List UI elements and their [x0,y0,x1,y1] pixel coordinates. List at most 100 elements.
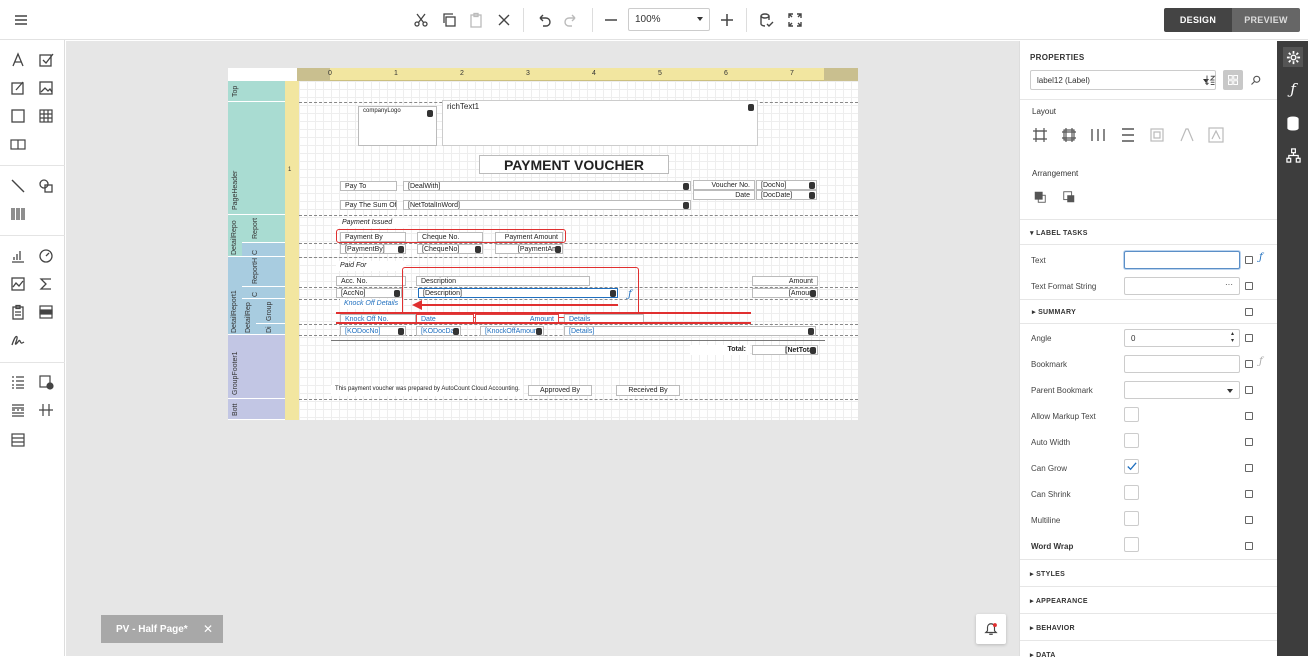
ko-doc-date-field[interactable]: [KODocDa [416,326,461,336]
fit-parent-icon[interactable] [1060,126,1078,144]
property-marker-icon[interactable] [1245,386,1253,394]
title-label[interactable]: PAYMENT VOUCHER [479,155,669,174]
band-di[interactable]: Di [256,324,285,335]
deal-with-field[interactable]: [DealWith] [403,181,691,191]
redo-icon[interactable] [560,9,582,31]
checkbox-tool-icon[interactable] [36,50,56,70]
received-by-label[interactable]: Received By [616,385,680,396]
band-detail-report1[interactable]: DetailReport1 [228,257,242,335]
label-tool-icon[interactable] [8,50,28,70]
validate-bindings-icon[interactable] [756,9,778,31]
property-marker-icon[interactable] [1245,490,1253,498]
acc-no-field[interactable]: [AccNo] [336,288,402,298]
property-marker-icon[interactable] [1245,542,1253,550]
property-marker-icon[interactable] [1245,308,1253,316]
can-grow-checkbox[interactable] [1124,459,1139,474]
property-marker-icon[interactable] [1245,464,1253,472]
character-comb-tool-icon[interactable] [8,134,28,154]
pivot-tool-icon[interactable] [8,302,28,322]
toc-tool-icon[interactable] [8,372,28,392]
paid-for-label[interactable]: Paid For [336,261,406,271]
parent-bookmark-select[interactable] [1124,381,1240,399]
amount-header[interactable]: Amount [752,276,818,286]
ko-doc-no-field[interactable]: [KODocNo] [340,326,406,336]
text-fit-icon[interactable] [1178,126,1196,144]
allow-markup-checkbox[interactable] [1124,407,1139,422]
band-c1[interactable]: C [242,243,285,257]
expression-icon[interactable]: ƒ [1259,356,1263,367]
preview-button[interactable]: PREVIEW [1232,8,1300,32]
summary-tool-icon[interactable] [36,274,56,294]
total-label[interactable]: Total: [690,345,750,355]
document-tab[interactable]: PV - Half Page* ✕ [101,615,223,643]
shape-tool-icon[interactable] [36,176,56,196]
page-break-tool-icon[interactable] [8,400,28,420]
property-marker-icon[interactable] [1245,360,1253,368]
property-marker-icon[interactable] [1245,256,1253,264]
angle-input[interactable]: 0 ▴ ▾ [1124,329,1240,347]
subreport-tool-icon[interactable] [8,430,28,450]
cheque-no-field[interactable]: [ChequeNo] [417,244,483,254]
picture-tool-icon[interactable] [36,78,56,98]
notification-bell-icon[interactable] [976,614,1006,644]
band-detail-rep[interactable]: DetailRep [242,299,256,335]
signature-tool-icon[interactable] [8,330,28,350]
payment-by-header[interactable]: Payment By [340,232,406,242]
expression-icon[interactable]: ƒ [628,289,632,300]
zoom-out-icon[interactable] [600,9,622,31]
report-explorer-icon[interactable] [1283,145,1303,165]
payment-by-field[interactable]: [PaymentBy] [340,244,406,254]
behavior-section[interactable]: ▸ BEHAVIOR [1030,624,1075,632]
band-page-header[interactable]: PageHeader [228,102,285,215]
multiline-checkbox[interactable] [1124,511,1139,526]
gauge-tool-icon[interactable] [36,246,56,266]
doc-date-field[interactable]: [DocDate] [756,190,817,200]
net-total-field[interactable]: [NetTota [752,345,818,355]
payment-amount-header[interactable]: Payment Amount [495,232,563,242]
component-select[interactable]: label12 (Label) [1030,70,1216,90]
label-tasks-section[interactable]: ▾ LABEL TASKS [1030,229,1088,237]
undo-icon[interactable] [533,9,555,31]
band-reporth[interactable]: ReportH [242,257,285,287]
styles-section[interactable]: ▸ STYLES [1030,570,1065,578]
property-marker-icon[interactable] [1245,412,1253,420]
band-report[interactable]: Report [242,215,285,243]
ko-amount-field[interactable]: [KnockOffAmoun [480,326,544,336]
data-section[interactable]: ▸ DATA [1030,651,1056,659]
expressions-icon[interactable]: ƒ [1283,79,1303,99]
property-marker-icon[interactable] [1245,438,1253,446]
pdf-content-tool-icon[interactable] [36,302,56,322]
search-icon[interactable] [1246,70,1266,90]
paste-icon[interactable] [465,9,487,31]
close-icon[interactable]: ✕ [203,622,213,636]
gear-icon[interactable] [1283,47,1303,67]
richtext-tool-icon[interactable] [8,78,28,98]
knock-off-details-label[interactable]: Knock Off Details [340,299,402,309]
acc-no-header[interactable]: Acc. No. [336,276,406,286]
band-detail-report[interactable]: DetailRepo [228,215,242,257]
barcode-tool-icon[interactable] [8,204,28,224]
word-wrap-checkbox[interactable] [1124,537,1139,552]
text-input[interactable] [1124,251,1240,269]
bring-to-front-icon[interactable] [1031,188,1049,206]
band-c2[interactable]: C [242,287,285,299]
fullscreen-icon[interactable] [784,9,806,31]
bookmark-input[interactable] [1124,355,1240,373]
date-label[interactable]: Date [693,190,755,200]
sort-az-icon[interactable] [1200,70,1220,90]
approved-by-label[interactable]: Approved By [528,385,592,396]
expression-icon[interactable]: ƒ [1259,252,1263,263]
payment-issued-label[interactable]: Payment Issued [338,218,408,228]
auto-width-checkbox[interactable] [1124,433,1139,448]
property-marker-icon[interactable] [1245,334,1253,342]
rich-text-control[interactable]: richText1 [442,100,758,146]
copy-icon[interactable] [438,9,460,31]
prepared-note[interactable]: This payment voucher was prepared by Aut… [331,385,523,396]
center-icon[interactable] [1148,126,1166,144]
pay-to-label[interactable]: Pay To [340,181,397,191]
cheque-no-header[interactable]: Cheque No. [417,232,483,242]
appearance-section[interactable]: ▸ APPEARANCE [1030,597,1088,605]
field-list-icon[interactable] [1283,113,1303,133]
categorized-icon[interactable] [1223,70,1243,90]
can-shrink-checkbox[interactable] [1124,485,1139,500]
